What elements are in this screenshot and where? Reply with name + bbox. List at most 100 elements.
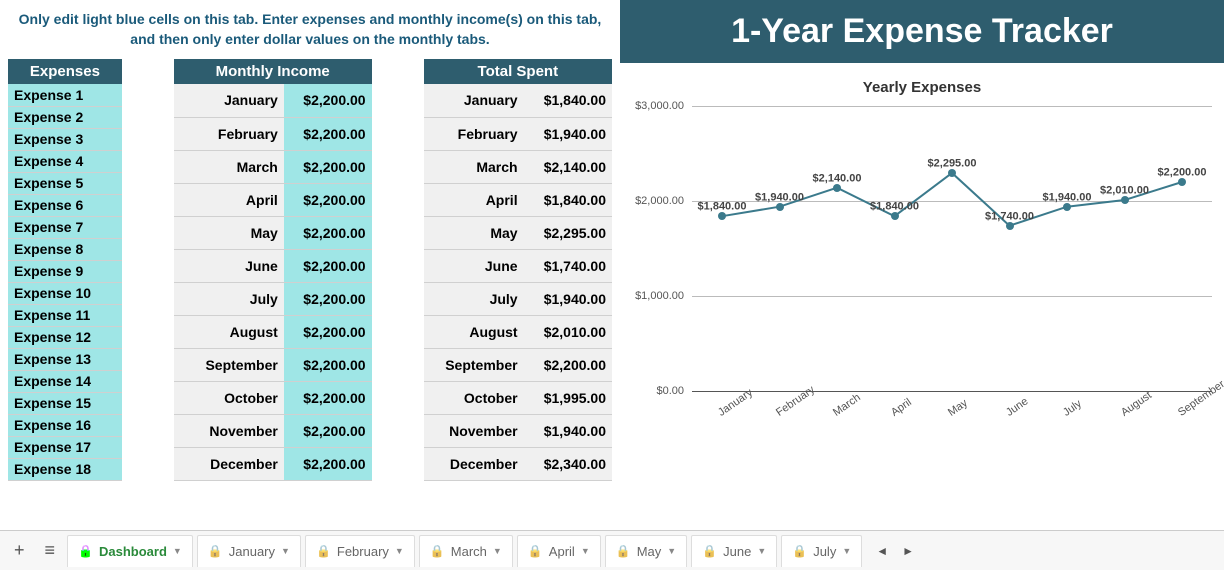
expense-cell[interactable]: Expense 17 [8, 436, 122, 458]
income-value-cell[interactable]: $2,200.00 [284, 249, 372, 282]
spent-month-cell: January [424, 84, 524, 117]
expense-cell[interactable]: Expense 8 [8, 238, 122, 260]
chart-data-label: $1,940.00 [755, 191, 804, 203]
sheet-tab-label: July [813, 544, 836, 559]
sheet-tab-label: April [549, 544, 575, 559]
sheet-tab-april[interactable]: 🔒 April ▼ [517, 535, 601, 567]
spent-value-cell: $2,140.00 [524, 150, 612, 183]
expenses-header: Expenses [8, 59, 122, 84]
scroll-tabs-right-button[interactable]: ► [896, 540, 920, 562]
instruction-text: Only edit light blue cells on this tab. … [4, 6, 616, 59]
chart-data-label: $1,840.00 [870, 201, 919, 213]
spent-value-cell: $1,940.00 [524, 282, 612, 315]
chevron-down-icon: ▼ [493, 546, 502, 556]
income-value-cell[interactable]: $2,200.00 [284, 117, 372, 150]
expense-cell[interactable]: Expense 4 [8, 150, 122, 172]
expenses-table: Expenses Expense 1Expense 2Expense 3Expe… [8, 59, 122, 481]
chart-data-point [1178, 178, 1186, 186]
spent-month-cell: July [424, 282, 524, 315]
income-month-cell: October [174, 381, 284, 414]
sheet-tab-dashboard[interactable]: 🔒Dashboard▼ [67, 535, 193, 567]
chart-y-tick: $0.00 [656, 385, 692, 397]
income-month-cell: January [174, 84, 284, 117]
lock-icon: 🔒 [316, 544, 331, 558]
income-value-cell[interactable]: $2,200.00 [284, 84, 372, 117]
sheet-tab-february[interactable]: 🔒February▼ [305, 535, 415, 567]
expense-cell[interactable]: Expense 13 [8, 348, 122, 370]
sheet-tab-july[interactable]: 🔒July▼ [781, 535, 862, 567]
chart-data-label: $2,140.00 [813, 172, 862, 184]
spent-month-cell: May [424, 216, 524, 249]
chart-data-label: $1,740.00 [985, 210, 1034, 222]
income-value-cell[interactable]: $2,200.00 [284, 348, 372, 381]
spent-month-cell: August [424, 315, 524, 348]
expense-cell[interactable]: Expense 3 [8, 128, 122, 150]
spent-value-cell: $2,200.00 [524, 348, 612, 381]
income-header: Monthly Income [174, 59, 372, 84]
sheet-tab-june[interactable]: 🔒June▼ [691, 535, 777, 567]
expense-cell[interactable]: Expense 6 [8, 194, 122, 216]
expense-cell[interactable]: Expense 9 [8, 260, 122, 282]
chart-y-tick: $1,000.00 [635, 290, 692, 302]
spent-month-cell: February [424, 117, 524, 150]
chart-y-tick: $2,000.00 [635, 195, 692, 207]
chart-y-tick: $3,000.00 [635, 100, 692, 112]
expense-cell[interactable]: Expense 12 [8, 326, 122, 348]
income-value-cell[interactable]: $2,200.00 [284, 183, 372, 216]
income-value-cell[interactable]: $2,200.00 [284, 381, 372, 414]
income-value-cell[interactable]: $2,200.00 [284, 447, 372, 480]
sheet-tab-label: January [229, 544, 275, 559]
income-value-cell[interactable]: $2,200.00 [284, 282, 372, 315]
expense-cell[interactable]: Expense 14 [8, 370, 122, 392]
income-month-cell: December [174, 447, 284, 480]
spent-table: Total Spent January$1,840.00February$1,9… [424, 59, 612, 481]
income-value-cell[interactable]: $2,200.00 [284, 216, 372, 249]
sheet-tabs-bar: + ≡ 🔒Dashboard▼ 🔒 January ▼ 🔒 February ▼ 🔒 March… [0, 530, 1224, 570]
expense-cell[interactable]: Expense 5 [8, 172, 122, 194]
sheet-tab-may[interactable]: 🔒May▼ [605, 535, 687, 567]
chart-data-point [776, 203, 784, 211]
chevron-down-icon: ▼ [581, 546, 590, 556]
spent-value-cell: $2,295.00 [524, 216, 612, 249]
chart-data-point [948, 169, 956, 177]
spent-month-cell: March [424, 150, 524, 183]
spent-month-cell: April [424, 183, 524, 216]
chart-data-label: $2,010.00 [1100, 184, 1149, 196]
all-sheets-button[interactable]: ≡ [37, 534, 64, 567]
sheet-tab-label: March [451, 544, 487, 559]
chevron-down-icon: ▼ [842, 546, 851, 556]
expense-cell[interactable]: Expense 11 [8, 304, 122, 326]
scroll-tabs-left-button[interactable]: ◄ [870, 540, 894, 562]
sheet-tab-january[interactable]: 🔒January▼ [197, 535, 301, 567]
expense-cell[interactable]: Expense 15 [8, 392, 122, 414]
expense-cell[interactable]: Expense 2 [8, 106, 122, 128]
income-value-cell[interactable]: $2,200.00 [284, 315, 372, 348]
chart-data-point [1063, 203, 1071, 211]
expense-cell[interactable]: Expense 1 [8, 84, 122, 106]
chart-data-point [891, 212, 899, 220]
sheet-tab-march[interactable]: 🔒March▼ [419, 535, 513, 567]
expense-cell[interactable]: Expense 10 [8, 282, 122, 304]
income-month-cell: November [174, 414, 284, 447]
income-month-cell: May [174, 216, 284, 249]
income-month-cell: July [174, 282, 284, 315]
sheet-tab-label: June [723, 544, 751, 559]
expense-cell[interactable]: Expense 18 [8, 458, 122, 480]
expense-cell[interactable]: Expense 7 [8, 216, 122, 238]
income-value-cell[interactable]: $2,200.00 [284, 150, 372, 183]
lock-icon: 🔒 [208, 544, 223, 558]
expense-cell[interactable]: Expense 16 [8, 414, 122, 436]
lock-icon: 🔒 [616, 544, 631, 558]
chevron-down-icon: ▼ [667, 546, 676, 556]
income-value-cell[interactable]: $2,200.00 [284, 414, 372, 447]
chevron-down-icon: ▼ [757, 546, 766, 556]
income-month-cell: June [174, 249, 284, 282]
spent-header: Total Spent [424, 59, 612, 84]
spent-month-cell: June [424, 249, 524, 282]
spent-value-cell: $2,010.00 [524, 315, 612, 348]
lock-icon: 🔒 [528, 544, 543, 558]
add-sheet-button[interactable]: + [6, 534, 33, 567]
sheet-tab-label: February [337, 544, 389, 559]
income-month-cell: April [174, 183, 284, 216]
page-title: 1-Year Expense Tracker [620, 0, 1224, 63]
